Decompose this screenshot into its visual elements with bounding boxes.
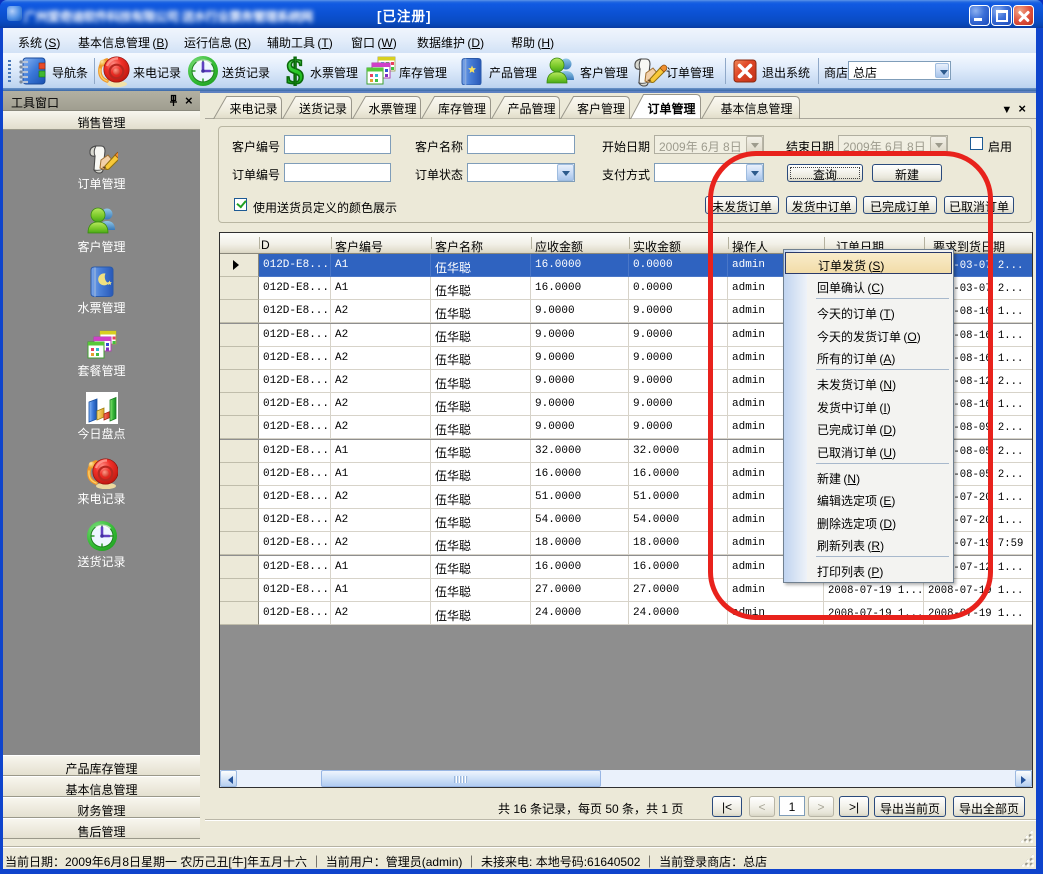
svg-text:$: $ [286,56,304,86]
